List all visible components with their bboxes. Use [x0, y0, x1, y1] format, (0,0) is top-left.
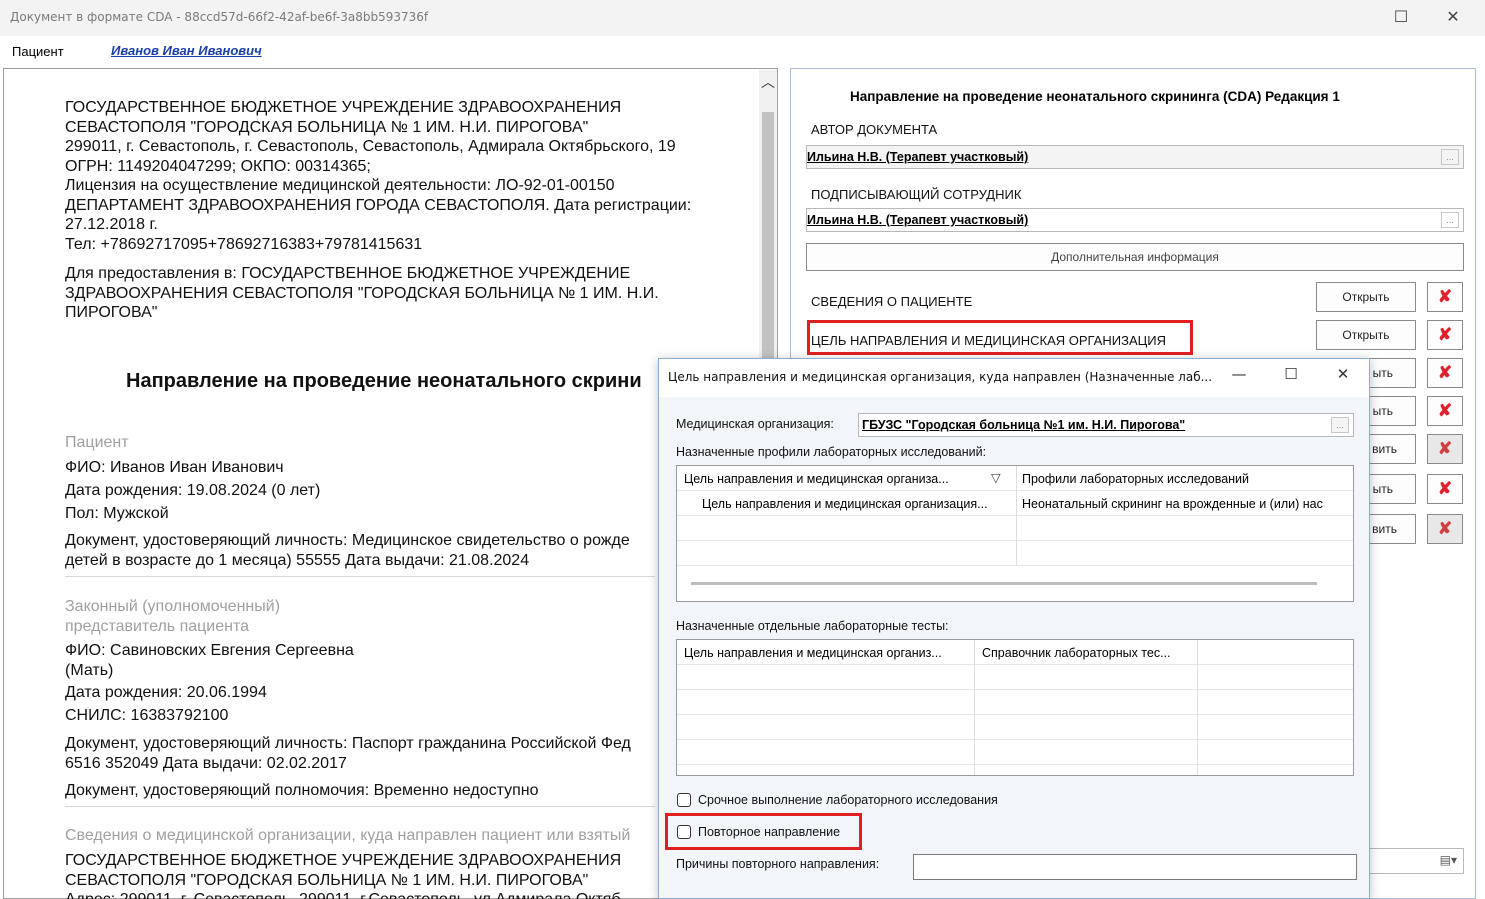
table-row — [677, 740, 1353, 765]
dialog-titlebar: Цель направления и медицинская организац… — [659, 359, 1369, 397]
signer-label: ПОДПИСЫВАЮЩИЙ СОТРУДНИК — [811, 187, 1022, 202]
patient-name-link[interactable]: Иванов Иван Иванович — [111, 43, 262, 58]
patient-id-document: Документ, удостоверяющий личность: Медиц… — [65, 532, 630, 569]
author-label: АВТОР ДОКУМЕНТА — [811, 122, 938, 137]
author-value[interactable]: Ильина Н.В. (Терапевт участковый) — [807, 150, 1028, 164]
column-header[interactable]: Цель направления и медицинская организа.… — [684, 472, 974, 486]
tests-label: Назначенные отдельные лабораторные тесты… — [676, 619, 949, 633]
table-row[interactable]: Цель направления и медицинская организац… — [677, 491, 1353, 516]
author-select-button[interactable]: ... — [1441, 149, 1459, 165]
patient-fio: ФИО: Иванов Иван Иванович — [65, 459, 284, 476]
profiles-label: Назначенные профили лабораторных исследо… — [676, 445, 987, 459]
target-org-section-title: Сведения о медицинской организации, куда… — [65, 827, 631, 844]
patient-dob: Дата рождения: 19.08.2024 (0 лет) — [65, 482, 321, 499]
column-divider — [1197, 640, 1198, 775]
dropdown-icon[interactable]: ▤▾ — [1440, 853, 1457, 867]
open-button[interactable]: Открыть — [1316, 320, 1416, 350]
purpose-dialog: Цель направления и медицинская организац… — [658, 358, 1370, 899]
column-header[interactable]: Цель направления и медицинская организ..… — [684, 646, 969, 660]
repeat-reason-label: Причины повторного направления: — [676, 857, 880, 871]
dialog-title: Цель направления и медицинская организац… — [668, 370, 1213, 384]
tests-grid[interactable]: Цель направления и медицинская организ..… — [676, 639, 1354, 776]
column-header[interactable]: Справочник лабораторных тес... — [982, 646, 1197, 660]
author-field[interactable]: Ильина Н.В. (Терапевт участковый) ... — [806, 145, 1464, 169]
sort-icon[interactable]: ▽ — [991, 470, 1001, 485]
delete-icon[interactable]: ✘ — [1427, 396, 1463, 426]
delete-icon[interactable]: ✘ — [1427, 358, 1463, 388]
table-row — [677, 541, 1353, 566]
delete-icon[interactable]: ✘ — [1427, 320, 1463, 350]
bottom-combo[interactable]: ▤▾ — [1360, 848, 1464, 874]
urgent-label[interactable]: Срочное выполнение лабораторного исследо… — [698, 793, 998, 807]
table-cell: Неонатальный скрининг на врожденные и (и… — [1022, 497, 1323, 511]
patient-label: Пациент — [12, 44, 64, 59]
dialog-close-button[interactable]: ✕ — [1328, 365, 1358, 383]
repeat-reason-input[interactable] — [913, 854, 1357, 880]
representative-section-title: Законный (уполномоченный) представитель … — [65, 598, 281, 635]
open-button[interactable]: Открыть — [1316, 282, 1416, 312]
urgent-checkbox[interactable] — [677, 793, 691, 807]
patient-info-section-label: СВЕДЕНИЯ О ПАЦИЕНТЕ — [811, 294, 973, 309]
table-row — [677, 516, 1353, 541]
recipient-info: Для предоставления в: ГОСУДАРСТВЕННОЕ БЮ… — [65, 265, 659, 321]
form-title: Направление на проведение неонатального … — [850, 89, 1340, 104]
column-header[interactable]: Профили лабораторных исследований — [1022, 472, 1352, 486]
med-org-field[interactable]: ГБУЗС "Городская больница №1 им. Н.И. Пи… — [858, 413, 1354, 437]
representative-dob: Дата рождения: 20.06.1994 — [65, 684, 267, 701]
target-org-info: ГОСУДАРСТВЕННОЕ БЮДЖЕТНОЕ УЧРЕЖДЕНИЕ ЗДР… — [65, 852, 622, 899]
delete-icon[interactable]: ✘ — [1427, 282, 1463, 312]
table-row — [677, 715, 1353, 740]
repeat-referral-checkbox[interactable] — [677, 825, 691, 839]
window-titlebar: Документ в формате CDA - 88ccd57d-66f2-4… — [0, 0, 1485, 36]
column-divider — [1016, 466, 1017, 566]
patient-bar: Пациент Иванов Иван Иванович — [0, 36, 1480, 68]
med-org-label: Медицинская организация: — [676, 417, 834, 431]
extra-info-button[interactable]: Дополнительная информация — [806, 243, 1464, 271]
divider — [65, 576, 655, 577]
representative-id-document: Документ, удостоверяющий личность: Паспо… — [65, 735, 631, 772]
window-title: Документ в формате CDA - 88ccd57d-66f2-4… — [10, 10, 429, 24]
table-cell: Цель направления и медицинская организац… — [702, 497, 988, 511]
delete-icon: ✘ — [1427, 514, 1463, 544]
signer-field[interactable]: Ильина Н.В. (Терапевт участковый) ... — [806, 208, 1464, 232]
repeat-referral-label[interactable]: Повторное направление — [698, 825, 840, 839]
representative-snils: СНИЛС: 16383792100 — [65, 707, 229, 724]
representative-authority-document: Документ, удостоверяющий полномочия: Вре… — [65, 782, 539, 799]
med-org-select-button[interactable]: ... — [1331, 417, 1349, 433]
dialog-minimize-button[interactable]: — — [1224, 365, 1254, 383]
delete-icon[interactable]: ✘ — [1427, 474, 1463, 504]
scroll-up-icon[interactable]: ︿ — [761, 72, 775, 92]
highlight-box — [807, 320, 1193, 355]
table-row — [677, 690, 1353, 715]
grid-header: Цель направления и медицинская организ..… — [677, 640, 1353, 665]
maximize-button[interactable]: ☐ — [1378, 0, 1424, 34]
close-button[interactable]: ✕ — [1430, 0, 1476, 34]
signer-value[interactable]: Ильина Н.В. (Терапевт участковый) — [807, 213, 1028, 227]
divider — [65, 806, 655, 807]
org-header: ГОСУДАРСТВЕННОЕ БЮДЖЕТНОЕ УЧРЕЖДЕНИЕ ЗДР… — [65, 99, 692, 253]
med-org-value[interactable]: ГБУЗС "Городская больница №1 им. Н.И. Пи… — [862, 418, 1185, 432]
horizontal-scrollbar[interactable] — [691, 582, 1317, 585]
profiles-grid[interactable]: Цель направления и медицинская организа.… — [676, 465, 1354, 602]
document-heading: Направление на проведение неонатального … — [126, 370, 642, 392]
table-row — [677, 665, 1353, 690]
patient-sex: Пол: Мужской — [65, 505, 169, 522]
dialog-maximize-button[interactable]: ☐ — [1276, 365, 1306, 383]
delete-icon: ✘ — [1427, 434, 1463, 464]
patient-section-title: Пациент — [65, 434, 129, 451]
grid-header: Цель направления и медицинская организа.… — [677, 466, 1353, 491]
representative-fio: ФИО: Савиновских Евгения Сергеевна (Мать… — [65, 642, 354, 679]
signer-select-button[interactable]: ... — [1441, 212, 1459, 228]
column-divider — [974, 640, 975, 775]
